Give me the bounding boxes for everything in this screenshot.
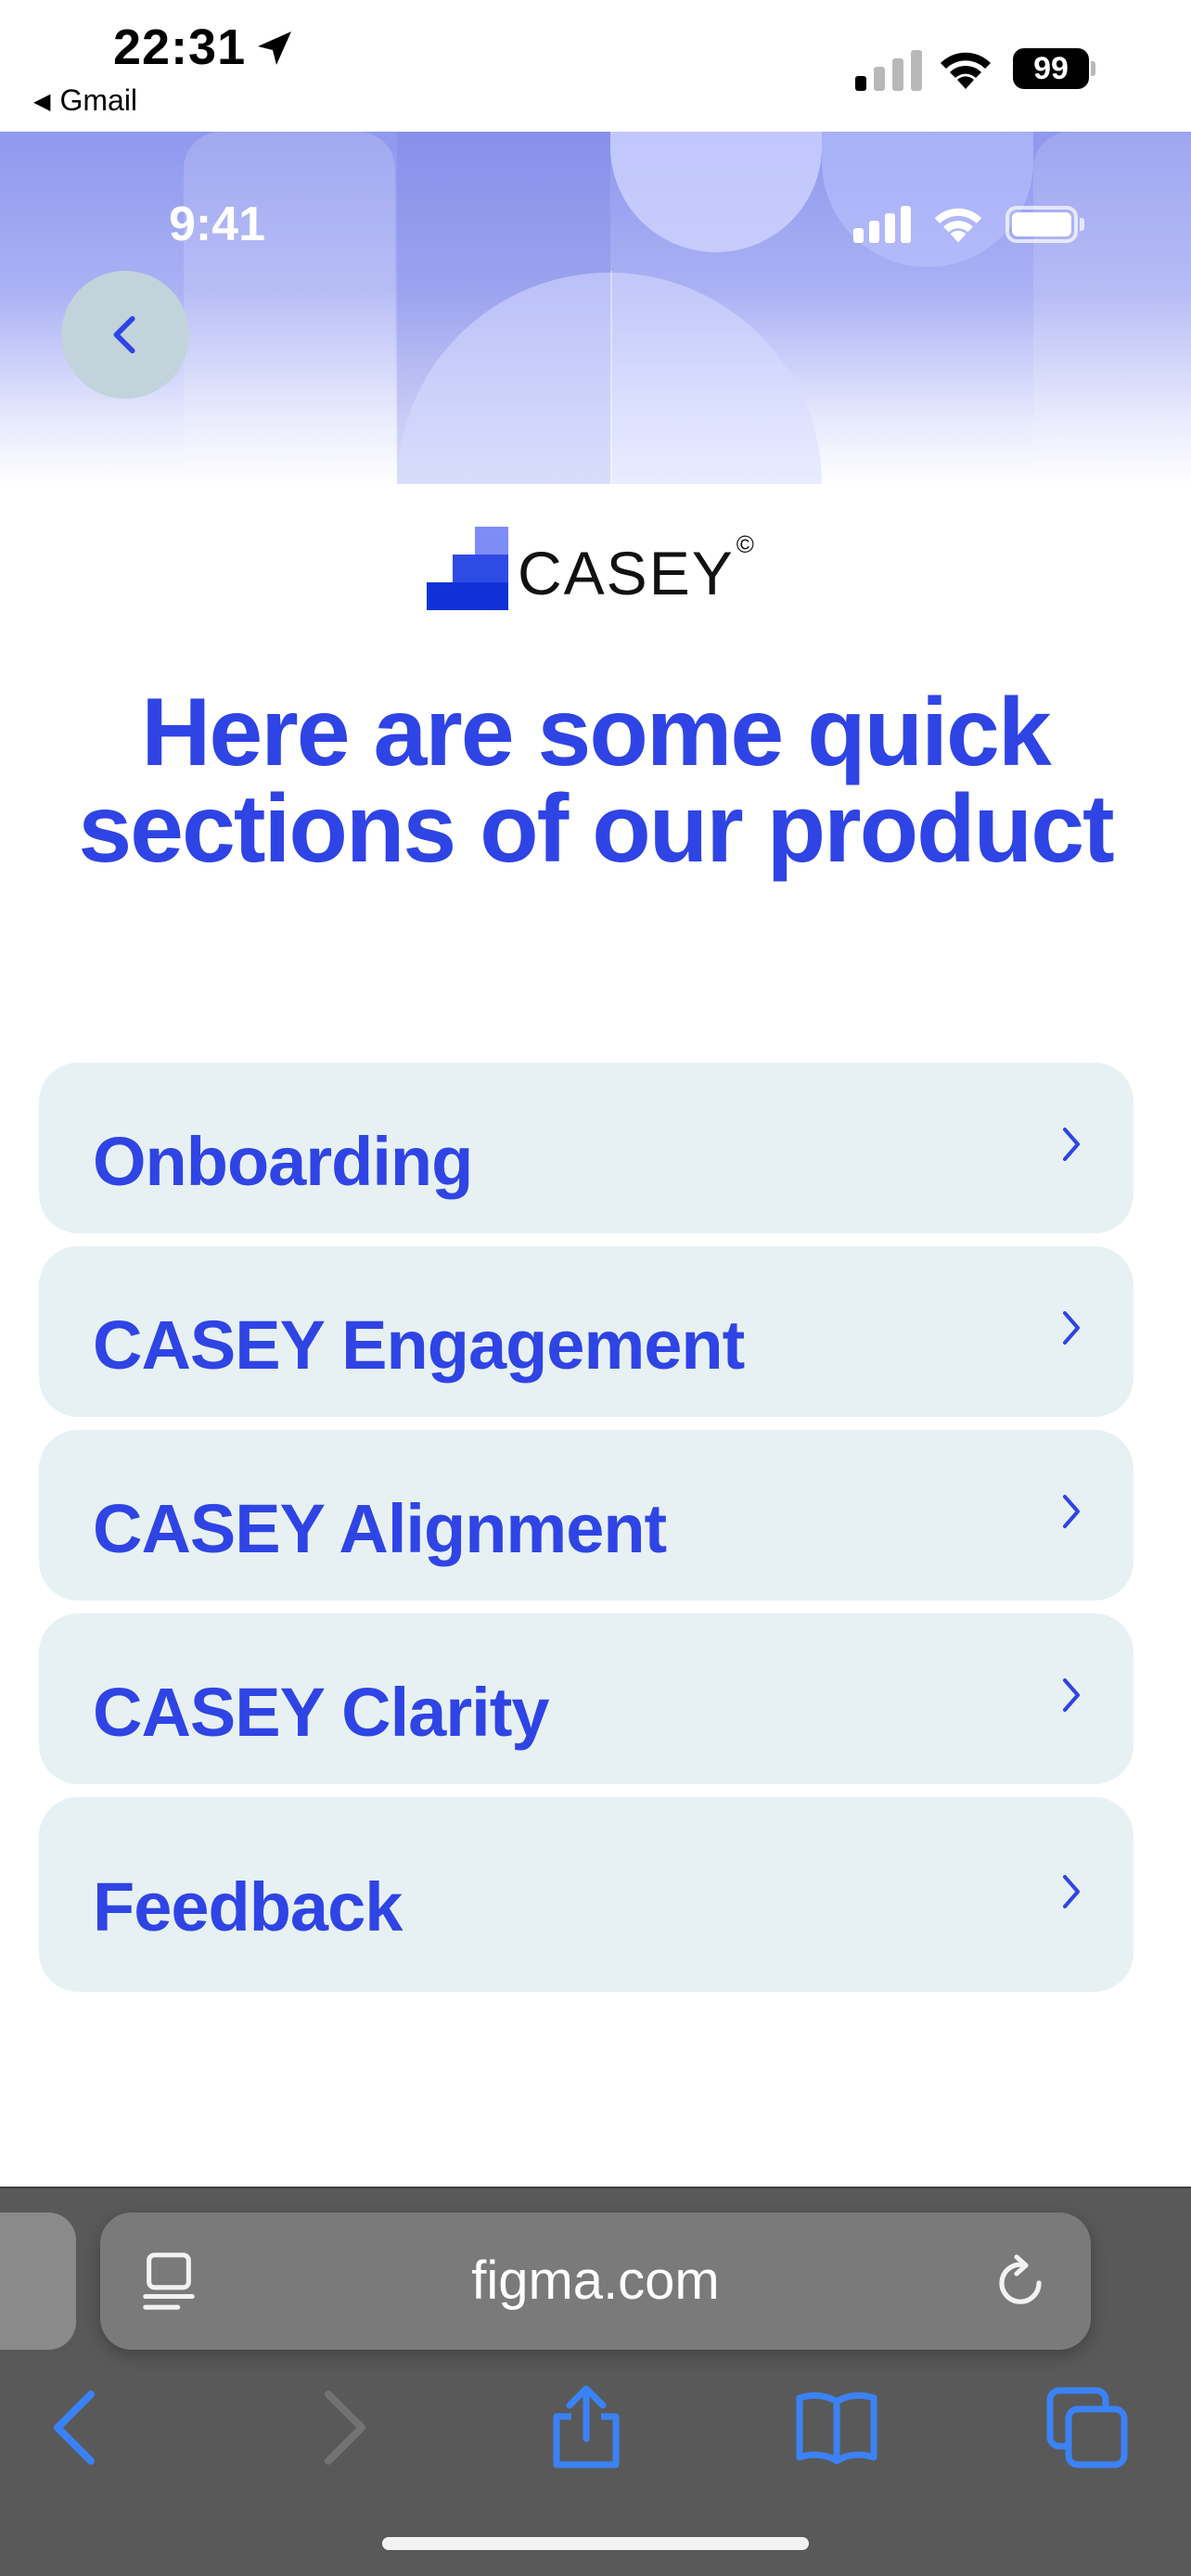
section-label: CASEY Engagement	[93, 1307, 745, 1384]
chevron-right-icon	[1063, 1678, 1080, 1712]
system-status-bar: 22:31 ◀ Gmail 99	[0, 0, 1191, 132]
section-label: CASEY Clarity	[93, 1674, 549, 1751]
share-icon[interactable]	[542, 2383, 631, 2472]
hero-shape	[610, 271, 612, 484]
section-item-casey-alignment[interactable]: CASEY Alignment	[39, 1430, 1133, 1600]
book-icon[interactable]	[792, 2383, 881, 2472]
browser-back-icon[interactable]	[35, 2383, 124, 2472]
battery-indicator: 99	[1013, 48, 1096, 89]
chevron-right-icon	[1063, 1311, 1080, 1345]
section-label: Feedback	[93, 1868, 403, 1945]
chevron-right-icon	[1063, 1495, 1080, 1528]
section-item-casey-engagement[interactable]: CASEY Engagement	[39, 1246, 1133, 1417]
section-item-onboarding[interactable]: Onboarding	[39, 1063, 1133, 1233]
inner-battery-icon	[1005, 206, 1085, 243]
logo-stairs-icon	[427, 527, 508, 610]
status-time: 22:31	[113, 19, 247, 75]
back-button[interactable]	[61, 271, 189, 399]
section-item-casey-clarity[interactable]: CASEY Clarity	[39, 1613, 1133, 1784]
chevron-right-icon	[1063, 1128, 1080, 1161]
back-app-label: Gmail	[59, 83, 138, 117]
logo-wordmark: CASEY	[518, 539, 735, 607]
casey-logo: CASEY ©	[427, 525, 754, 610]
chevron-left-icon	[113, 315, 135, 354]
inner-signal-icon	[853, 206, 911, 243]
section-label: CASEY Alignment	[93, 1490, 667, 1567]
hero-shape	[184, 132, 395, 484]
back-to-app-link[interactable]: ◀ Gmail	[33, 83, 137, 118]
cellular-signal-icon	[855, 50, 922, 91]
back-triangle-icon: ◀	[33, 89, 51, 114]
divider	[0, 2187, 1191, 2188]
inner-status-time: 9:41	[169, 198, 266, 251]
browser-bottom-bar: figma.com	[0, 2187, 1191, 2576]
inner-wifi-icon	[934, 208, 982, 243]
battery-level: 99	[1013, 48, 1089, 89]
page-title-line-2: sections of our product	[78, 775, 1114, 883]
hero-shape	[1033, 132, 1191, 484]
url-text: figma.com	[471, 2251, 720, 2311]
page-title: Here are some quick sections of our prod…	[37, 684, 1154, 877]
browser-forward-icon[interactable]	[295, 2383, 384, 2472]
tabs-icon[interactable]	[1043, 2383, 1132, 2472]
location-arrow-icon	[258, 32, 291, 65]
inner-battery-body	[1005, 206, 1078, 243]
section-list: Onboarding CASEY Engagement CASEY Alignm…	[39, 1063, 1133, 2005]
hero-shape	[610, 132, 822, 252]
previous-tab-preview[interactable]	[0, 2213, 76, 2350]
section-item-feedback[interactable]: Feedback	[39, 1797, 1133, 1992]
chevron-right-icon	[1063, 1875, 1080, 1908]
inner-battery-nub	[1080, 218, 1084, 231]
hero-shape	[822, 132, 1033, 267]
hero-header: 9:41	[0, 132, 1191, 484]
section-label: Onboarding	[93, 1123, 473, 1200]
page-title-line-1: Here are some quick	[141, 679, 1051, 786]
home-indicator[interactable]	[382, 2537, 809, 2550]
address-bar[interactable]: figma.com	[100, 2213, 1091, 2350]
battery-nub	[1091, 61, 1095, 76]
wifi-icon	[941, 52, 991, 89]
logo-copyright-mark: ©	[736, 530, 754, 558]
reload-icon[interactable]	[992, 2253, 1048, 2311]
